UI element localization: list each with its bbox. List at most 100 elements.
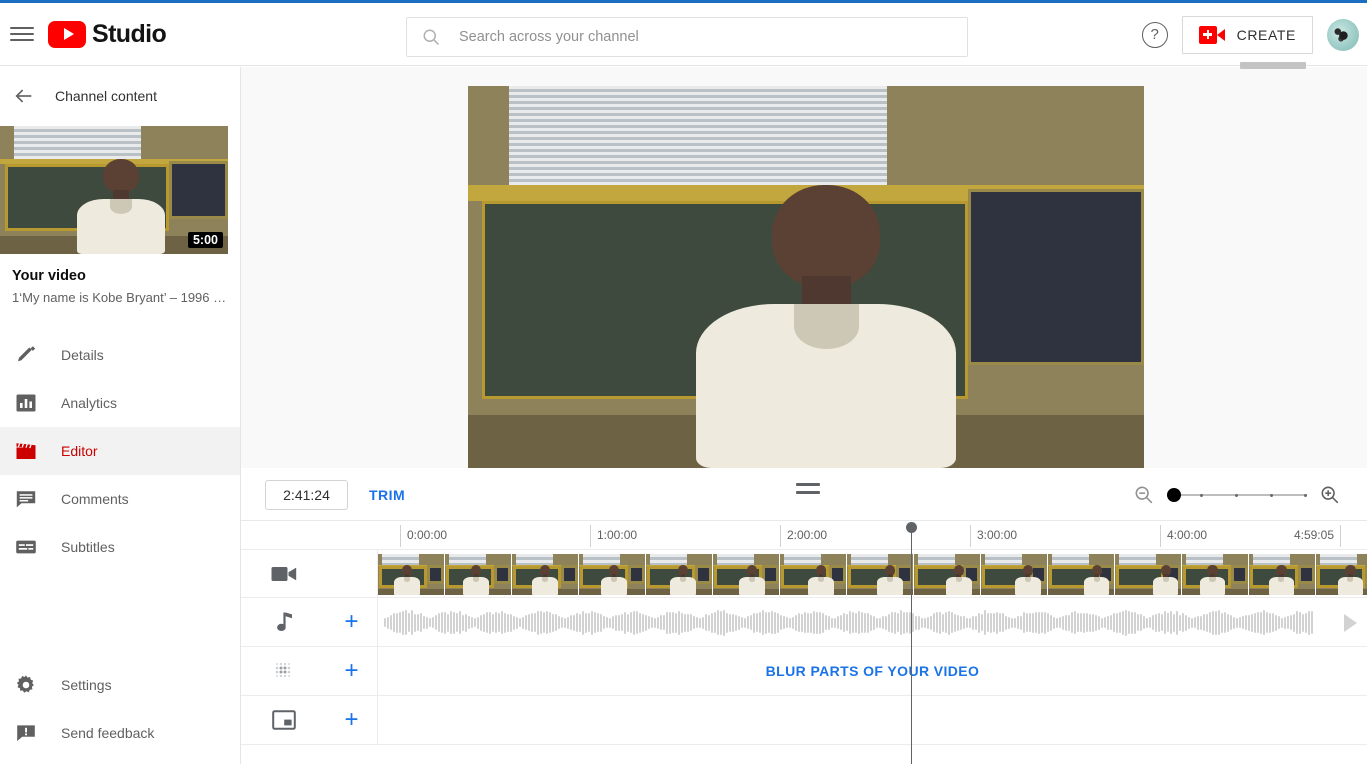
sidebar-item-settings[interactable]: Settings (0, 661, 240, 709)
waveform-bar (480, 614, 482, 631)
sidebar-item-analytics[interactable]: Analytics (0, 379, 240, 427)
hamburger-icon[interactable] (10, 22, 34, 46)
waveform-bar (957, 614, 959, 631)
waveform-bar (462, 614, 464, 631)
ruler-mark: 3:00:00 (970, 525, 1017, 547)
waveform-bar (549, 612, 551, 633)
waveform-bar (654, 617, 656, 628)
waveform-bar (1266, 612, 1268, 633)
waveform-bar (888, 613, 890, 632)
waveform-bar (396, 612, 398, 633)
waveform-bar (546, 611, 548, 634)
studio-brand-logo[interactable]: Studio (48, 20, 167, 49)
waveform-bar (1035, 612, 1037, 633)
waveform-bar (684, 613, 686, 632)
app-header: Studio ? CREATE (0, 3, 1367, 66)
sidebar-item-subtitles[interactable]: Subtitles (0, 523, 240, 571)
waveform-bar (744, 617, 746, 628)
waveform-bar (1011, 617, 1013, 628)
overlay-track-body[interactable] (377, 696, 1367, 744)
timeline-playhead[interactable] (906, 522, 917, 764)
avatar[interactable] (1327, 18, 1359, 51)
waveform-bar (561, 617, 563, 628)
waveform-bar (588, 613, 590, 632)
video-preview-frame (468, 86, 1144, 468)
waveform-bar (1161, 614, 1163, 631)
audio-track-body[interactable] (377, 598, 1367, 646)
waveform-bar (1227, 613, 1229, 632)
waveform-bar (555, 614, 557, 631)
waveform-bar (765, 611, 767, 634)
sidebar-item-send-feedback[interactable]: Send feedback (0, 709, 240, 757)
waveform-bar (405, 610, 407, 635)
add-blur-button[interactable]: + (326, 659, 377, 683)
slider-tick (1235, 493, 1238, 497)
waveform-bar (951, 612, 953, 633)
waveform-bar (609, 617, 611, 628)
filmstrip[interactable] (378, 554, 1367, 595)
waveform-bar (621, 614, 623, 631)
waveform-bar (1002, 613, 1004, 632)
waveform-bar (486, 612, 488, 633)
timeline-zoom-slider[interactable] (1167, 484, 1307, 506)
waveform-bar (582, 610, 584, 635)
waveform-bar (1242, 616, 1244, 629)
waveform-bar (912, 613, 914, 632)
waveform-bar (1092, 613, 1094, 632)
blur-parts-cta[interactable]: BLUR PARTS OF YOUR VIDEO (378, 647, 1367, 695)
playhead-handle[interactable] (906, 522, 917, 533)
audio-waveform[interactable] (384, 609, 1313, 636)
zoom-in-icon[interactable] (1319, 484, 1341, 506)
add-overlay-button[interactable]: + (326, 708, 377, 732)
waveform-bar (1281, 617, 1283, 628)
waveform-bar (831, 617, 833, 628)
waveform-bar (603, 616, 605, 629)
create-button-label: CREATE (1236, 26, 1296, 43)
waveform-bar (678, 610, 680, 635)
waveform-bar (399, 612, 401, 633)
back-to-channel-content[interactable]: Channel content (0, 67, 240, 125)
sidebar-item-editor[interactable]: Editor (0, 427, 240, 475)
waveform-bar (558, 616, 560, 629)
sidebar-item-label: Settings (61, 677, 112, 693)
search-box[interactable] (406, 17, 968, 57)
sidebar-item-comments[interactable]: Comments (0, 475, 240, 523)
filmstrip-frame (1048, 554, 1114, 595)
waveform-bar (1155, 613, 1157, 632)
waveform-bar (507, 613, 509, 632)
video-thumbnail[interactable]: 5:00 (0, 126, 228, 254)
add-audio-button[interactable]: + (326, 610, 377, 634)
waveform-bar (636, 611, 638, 634)
waveform-bar (624, 611, 626, 634)
timecode-field[interactable]: 2:41:24 (265, 480, 348, 510)
slider-thumb[interactable] (1167, 488, 1181, 502)
waveform-bar (474, 618, 476, 627)
waveform-bar (417, 614, 419, 631)
editor-toolbar: 2:41:24 TRIM (241, 468, 1367, 520)
subtitles-icon (16, 540, 36, 554)
waveform-bar (732, 613, 734, 632)
waveform-bar (627, 613, 629, 632)
waveform-bar (1164, 611, 1166, 634)
audio-track: + (241, 598, 1367, 647)
search-input[interactable] (459, 29, 953, 45)
waveform-bar (999, 613, 1001, 632)
partial-top-button[interactable] (1240, 62, 1306, 69)
sidebar-item-details[interactable]: Details (0, 331, 240, 379)
create-button[interactable]: CREATE (1181, 15, 1313, 54)
waveform-bar (891, 612, 893, 633)
video-preview-player[interactable] (468, 86, 1144, 468)
waveform-bar (1308, 610, 1310, 635)
help-circle-icon[interactable]: ? (1141, 21, 1168, 48)
waveform-bar (768, 612, 770, 633)
video-track-body[interactable] (377, 550, 1367, 597)
trim-button[interactable]: TRIM (363, 480, 411, 510)
waveform-bar (1026, 613, 1028, 632)
waveform-bar (1005, 615, 1007, 630)
sidebar-item-label: Analytics (61, 395, 118, 411)
drag-handle-icon[interactable] (796, 483, 820, 494)
timeline-ruler[interactable]: 0:00:00 1:00:00 2:00:00 3:00:00 4:00:00 4:59:… (241, 521, 1367, 549)
zoom-out-icon[interactable] (1133, 484, 1155, 506)
waveform-bar (870, 614, 872, 631)
waveform-bar (720, 610, 722, 635)
